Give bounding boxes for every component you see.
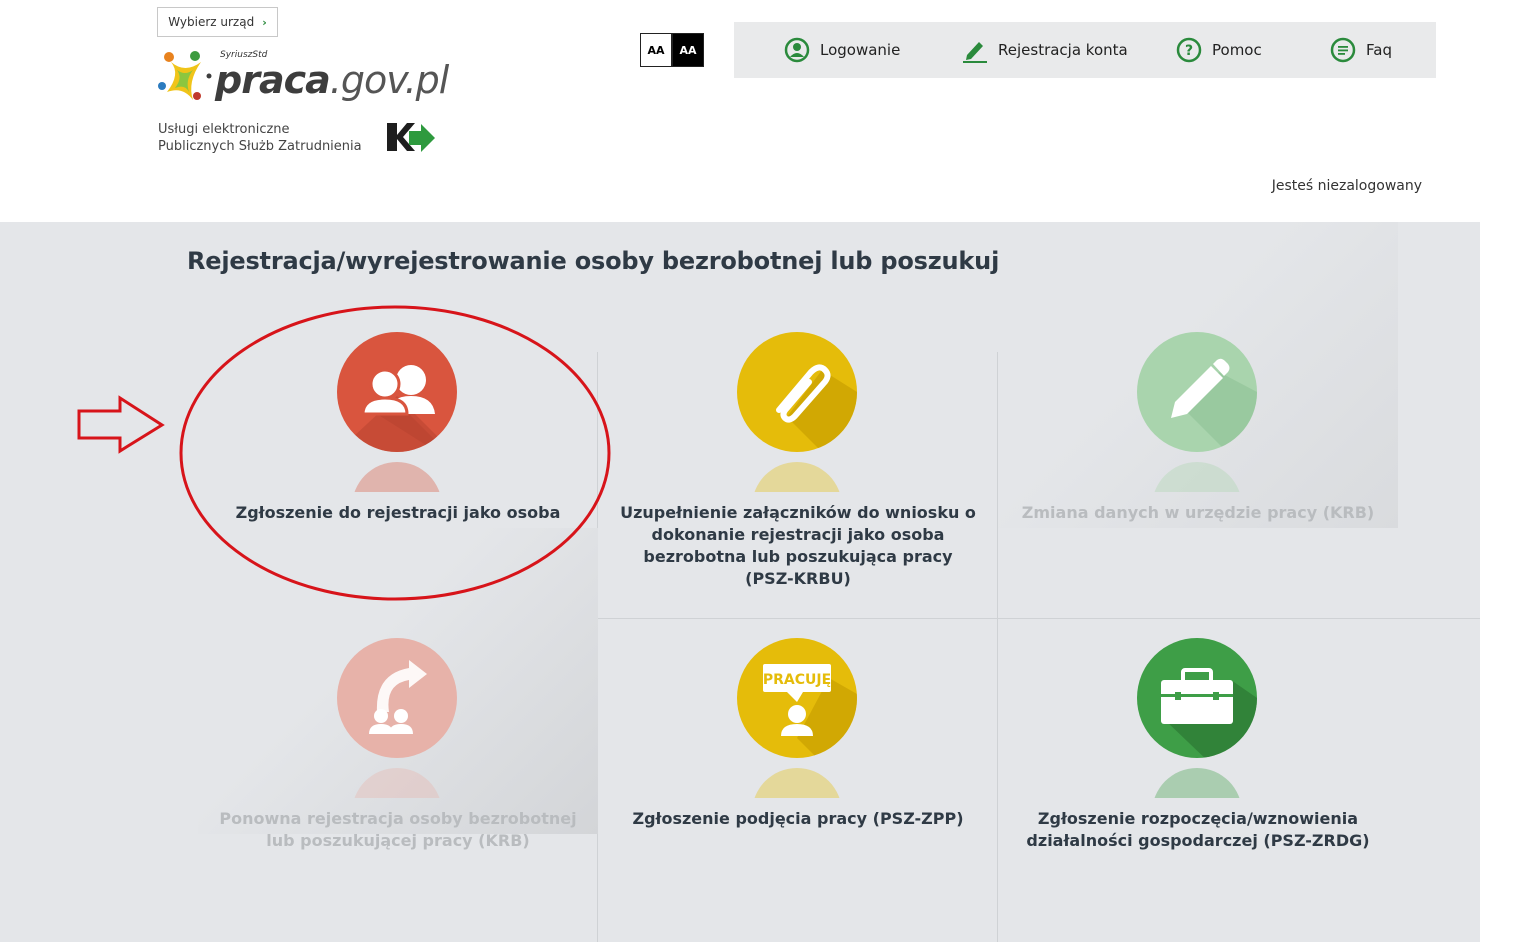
tile-label: Zgłoszenie podjęcia pracy (PSZ-ZPP) — [632, 809, 964, 828]
tile-label: Zgłoszenie rozpoczęcia/wznowienia działa… — [1026, 809, 1370, 850]
icon-reflection — [352, 462, 442, 492]
logo-name: praca — [215, 58, 331, 102]
select-office-label: Wybierz urząd — [168, 15, 255, 29]
logo-wordmark: praca.gov.pl — [215, 58, 450, 102]
tagline: Usługi elektroniczne Publicznych Służb Z… — [158, 121, 362, 155]
icon-reflection — [352, 768, 442, 798]
icon-reflection — [752, 462, 842, 492]
pencil-icon — [1137, 332, 1257, 452]
icon-reflection — [1152, 768, 1242, 798]
header: Wybierz urząd › SyriuszStd praca.gov.pl … — [0, 0, 1535, 222]
logo-figure-icon — [158, 51, 212, 100]
main-section: Rejestracja/wyrejestrowanie osoby bezrob… — [0, 222, 1480, 942]
nav-faq-label: Faq — [1366, 41, 1392, 59]
paperclip-icon — [737, 332, 857, 452]
tile-register-krb[interactable]: Zgłoszenie do rejestracji jako osoba bez… — [198, 222, 598, 566]
nav-login-label: Logowanie — [820, 41, 901, 59]
nav-register-label: Rejestracja konta — [998, 41, 1128, 59]
user-circle-icon — [784, 37, 810, 63]
icon-reflection — [752, 768, 842, 798]
tagline-line-1: Usługi elektroniczne — [158, 122, 290, 137]
svg-text:?: ? — [1185, 43, 1193, 59]
nav-register[interactable]: Rejestracja konta — [962, 37, 1128, 63]
select-office-button[interactable]: Wybierz urząd › — [157, 7, 278, 37]
chevron-right-icon: › — [262, 15, 267, 29]
font-normal-button[interactable]: AA — [640, 33, 672, 67]
question-circle-icon: ? — [1176, 37, 1202, 63]
psz-logo-icon — [387, 123, 435, 152]
tile-attachments-krbu[interactable]: Uzupełnienie załączników do wniosku o do… — [598, 222, 998, 588]
people-icon — [337, 332, 457, 452]
tile-change-data-krb: Zmiana danych w urzędzie pracy (KRB) — [998, 222, 1398, 528]
tile-job-start-zpp[interactable]: PRACUJĘ Zgłoszenie podjęcia pracy (PSZ-Z… — [598, 528, 998, 834]
top-navigation: Logowanie Rejestracja konta ? Pomoc Faq — [734, 22, 1436, 78]
nav-login[interactable]: Logowanie — [784, 37, 900, 63]
tile-label: Ponowna rejestracja osoby bezrobotnej lu… — [219, 809, 577, 850]
praca-gov-logo[interactable]: SyriuszStd praca.gov.pl — [157, 48, 457, 112]
nav-faq[interactable]: Faq — [1330, 37, 1392, 63]
pracuje-sign-text: PRACUJĘ — [763, 672, 831, 688]
tile-reregister-krb: Ponowna rejestracja osoby bezrobotnej lu… — [198, 528, 598, 850]
login-status: Jesteś niezalogowany — [1271, 178, 1422, 194]
nav-help[interactable]: ? Pomoc — [1176, 37, 1262, 63]
nav-help-label: Pomoc — [1212, 41, 1262, 59]
tile-label: Zmiana danych w urzędzie pracy (KRB) — [1021, 503, 1375, 522]
briefcase-icon — [1137, 638, 1257, 758]
pen-icon — [962, 37, 988, 63]
chat-bubble-icon — [1330, 37, 1356, 63]
page: Wybierz urząd › SyriuszStd praca.gov.pl … — [0, 0, 1535, 942]
font-size-switch: AA AA — [640, 33, 704, 67]
pracuje-icon: PRACUJĘ — [737, 638, 857, 758]
re-register-icon — [337, 638, 457, 758]
logo-suffix: .gov.pl — [329, 58, 450, 102]
tile-business-zrdg[interactable]: Zgłoszenie rozpoczęcia/wznowienia działa… — [998, 528, 1398, 850]
font-large-button[interactable]: AA — [672, 33, 704, 67]
tagline-line-2: Publicznych Służb Zatrudnienia — [158, 139, 362, 154]
icon-reflection — [1152, 462, 1242, 492]
